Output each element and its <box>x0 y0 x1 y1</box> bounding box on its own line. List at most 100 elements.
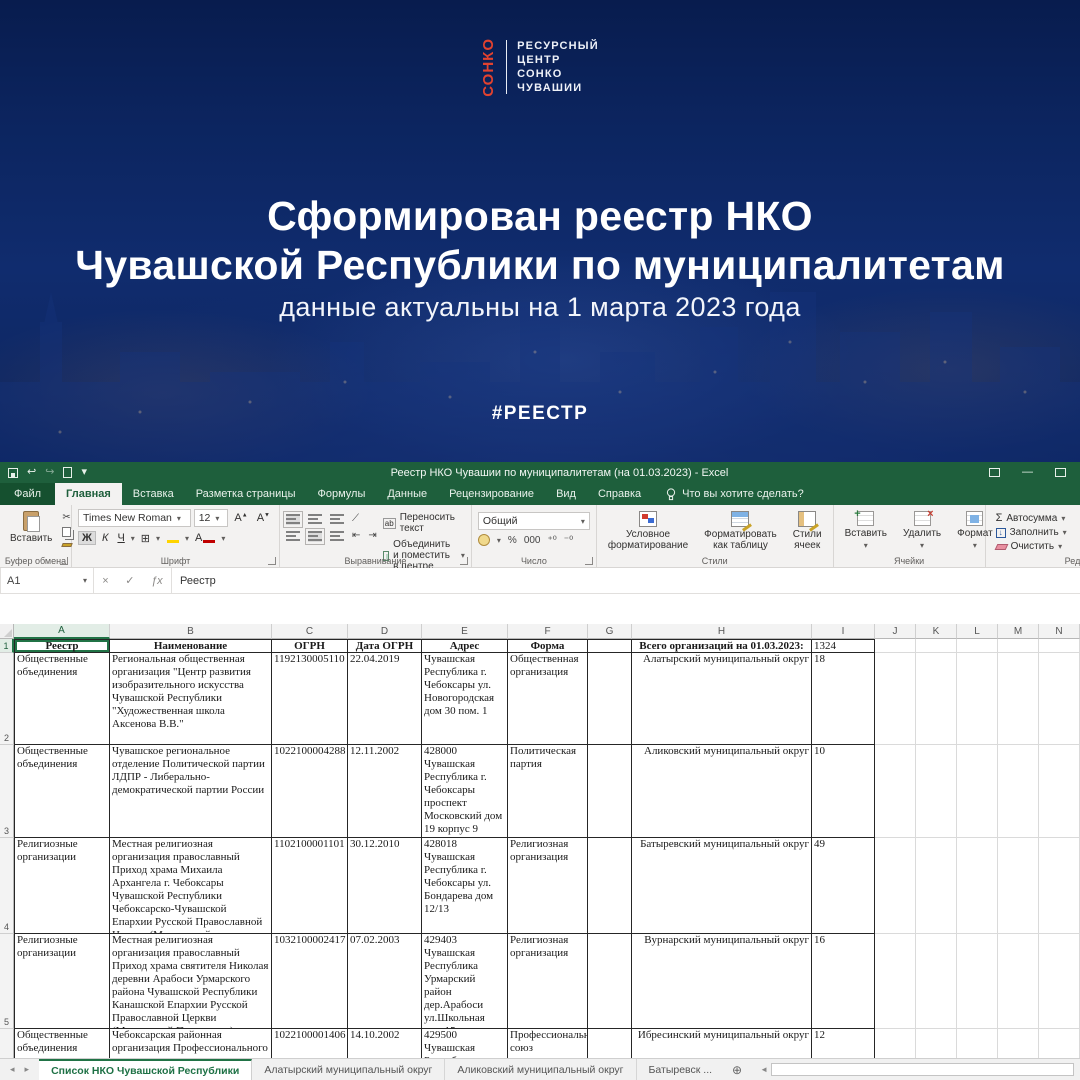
cell[interactable] <box>875 1029 916 1058</box>
italic-icon[interactable]: К <box>99 532 111 544</box>
cell[interactable]: Вурнарский муниципальный округ <box>632 934 812 1029</box>
tab-review[interactable]: Рецензирование <box>438 483 545 505</box>
cell[interactable]: Местная религиозная организация правосла… <box>110 934 272 1029</box>
cell[interactable] <box>957 934 998 1029</box>
cell[interactable]: 429500 Чувашская Республика <box>422 1029 508 1058</box>
cell[interactable]: Чувашское региональное отделение Политич… <box>110 745 272 838</box>
cell[interactable]: 1022100001406 <box>272 1029 348 1058</box>
cell[interactable] <box>916 745 957 838</box>
redo-icon[interactable]: ↪ <box>45 467 54 478</box>
sheet-tab[interactable]: Алатырский муниципальный округ <box>252 1059 446 1080</box>
cut-icon[interactable]: ✂ <box>62 512 72 524</box>
align-bottom-icon[interactable] <box>330 513 344 525</box>
column-header[interactable]: F <box>508 624 588 639</box>
cell[interactable] <box>916 653 957 745</box>
cell[interactable] <box>875 653 916 745</box>
column-header[interactable]: A <box>14 624 110 639</box>
cell[interactable]: Религиозные организации <box>14 934 110 1029</box>
insert-cells-button[interactable]: + Вставить ▾ <box>840 509 892 553</box>
cell[interactable]: 1192130005110 <box>272 653 348 745</box>
cell-A1[interactable]: Реестр <box>14 639 110 653</box>
autosum-button[interactable]: Σ Автосумма ▾ <box>996 512 1067 524</box>
cell-F1[interactable]: Форма <box>508 639 588 653</box>
cell[interactable] <box>588 745 632 838</box>
grow-font-icon[interactable]: А▲ <box>231 512 250 524</box>
cell[interactable] <box>1039 1029 1080 1058</box>
cell[interactable]: 1022100004288 <box>272 745 348 838</box>
insert-function-icon[interactable]: ƒx <box>151 575 163 587</box>
cell[interactable]: Религиозная организация <box>508 934 588 1029</box>
delete-cells-button[interactable]: × Удалить ▾ <box>898 509 946 553</box>
cell[interactable] <box>998 1029 1039 1058</box>
cell[interactable]: 49 <box>812 838 875 934</box>
sheet-tab-active[interactable]: Список НКО Чувашской Республики <box>39 1059 253 1080</box>
cell[interactable] <box>875 934 916 1029</box>
tab-formulas[interactable]: Формулы <box>306 483 376 505</box>
name-box[interactable]: A1 ▾ <box>0 568 94 593</box>
cell-D1[interactable]: Дата ОГРН <box>348 639 422 653</box>
cell[interactable] <box>916 639 957 653</box>
cell-G1[interactable] <box>588 639 632 653</box>
decrease-indent-icon[interactable]: ⇤ <box>352 530 360 542</box>
qat-customize-icon[interactable]: ▾ <box>81 467 87 478</box>
select-all-corner[interactable] <box>0 624 14 639</box>
cell[interactable]: 428018 Чувашская Республика г. Чебоксары… <box>422 838 508 934</box>
font-color-icon[interactable]: А <box>192 532 218 544</box>
cell[interactable] <box>957 1029 998 1058</box>
maximize-icon[interactable] <box>1055 468 1066 477</box>
horizontal-scrollbar[interactable]: ◄ <box>750 1059 1080 1080</box>
accounting-dropdown-icon[interactable]: ▾ <box>497 536 501 545</box>
cell[interactable]: Местная религиозная организация правосла… <box>110 838 272 934</box>
cell[interactable]: Чувашская Республика г. Чебоксары ул. Но… <box>422 653 508 745</box>
clipboard-dialog-launcher-icon[interactable] <box>60 557 68 565</box>
cell[interactable]: Общественная организация <box>508 653 588 745</box>
cell[interactable] <box>957 745 998 838</box>
align-left-icon[interactable] <box>286 530 300 542</box>
wrap-text-button[interactable]: ab Переносить текст <box>382 512 465 534</box>
font-name-select[interactable]: Times New Roman ▾ <box>78 509 191 527</box>
scroll-left-icon[interactable]: ◄ <box>760 1065 768 1074</box>
clear-button[interactable]: Очистить ▾ <box>994 541 1067 552</box>
cell[interactable]: Религиозная организация <box>508 838 588 934</box>
sheet-tab[interactable]: Аликовский муниципальный округ <box>445 1059 637 1080</box>
percent-style-icon[interactable]: % <box>508 535 517 546</box>
increase-decimal-icon[interactable]: ⁺⁰ <box>548 535 557 546</box>
cell[interactable]: 18 <box>812 653 875 745</box>
cell[interactable] <box>875 745 916 838</box>
cell[interactable] <box>998 934 1039 1029</box>
tab-insert[interactable]: Вставка <box>122 483 185 505</box>
comma-style-icon[interactable]: 000 <box>524 535 541 546</box>
cell[interactable]: Религиозные организации <box>14 838 110 934</box>
cell[interactable]: 429403 Чувашская Республика Урмарский ра… <box>422 934 508 1029</box>
fill-button[interactable]: ↓ Заполнить ▾ <box>995 527 1067 538</box>
borders-icon[interactable]: ⊞ <box>138 532 153 545</box>
cell[interactable]: Батыревский муниципальный округ <box>632 838 812 934</box>
sheet-nav-right-icon[interactable]: ▸ <box>25 1064 30 1075</box>
column-header[interactable]: M <box>998 624 1039 639</box>
cell[interactable] <box>588 1029 632 1058</box>
formula-input[interactable]: Реестр <box>172 568 1080 593</box>
column-header[interactable]: I <box>812 624 875 639</box>
cell[interactable] <box>957 639 998 653</box>
ribbon-display-options-icon[interactable] <box>989 468 1000 477</box>
cell[interactable] <box>1039 745 1080 838</box>
paste-button[interactable]: Вставить <box>6 509 56 553</box>
cell[interactable]: 16 <box>812 934 875 1029</box>
cell[interactable] <box>916 1029 957 1058</box>
cell[interactable]: 30.12.2010 <box>348 838 422 934</box>
column-header[interactable]: B <box>110 624 272 639</box>
cell[interactable] <box>916 934 957 1029</box>
column-header[interactable]: N <box>1039 624 1080 639</box>
cell[interactable]: 12.11.2002 <box>348 745 422 838</box>
cell-E1[interactable]: Адрес <box>422 639 508 653</box>
align-center-icon[interactable] <box>305 527 325 545</box>
cell[interactable]: 1032100002417 <box>272 934 348 1029</box>
column-header[interactable]: L <box>957 624 998 639</box>
cell[interactable]: Алатырский муниципальный округ <box>632 653 812 745</box>
cell[interactable]: 12 <box>812 1029 875 1058</box>
cell[interactable] <box>998 745 1039 838</box>
cell[interactable] <box>1039 838 1080 934</box>
tab-view[interactable]: Вид <box>545 483 587 505</box>
column-header[interactable]: G <box>588 624 632 639</box>
add-sheet-icon[interactable]: ⊕ <box>724 1059 750 1080</box>
